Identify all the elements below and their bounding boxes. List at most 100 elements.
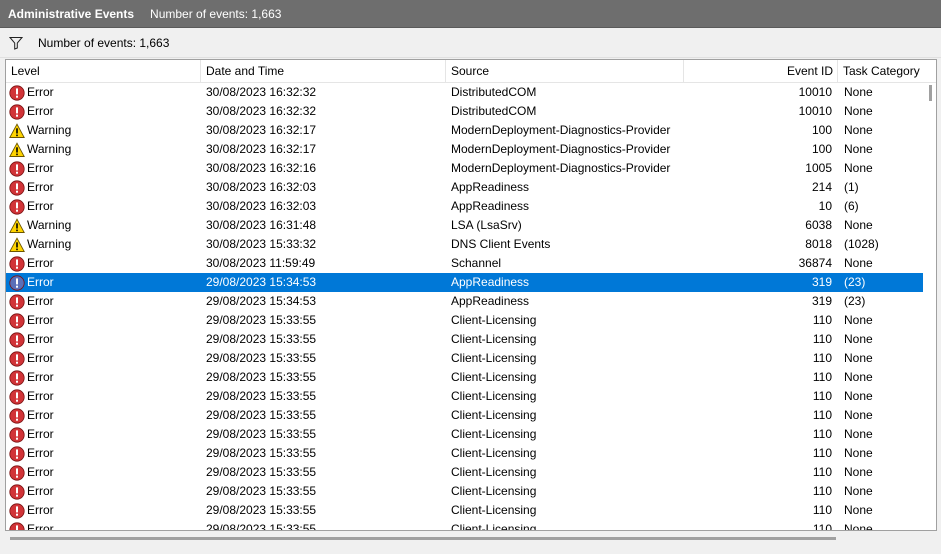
event-id-cell: 100: [811, 123, 832, 137]
view-title: Administrative Events: [8, 6, 135, 21]
event-id-cell: 110: [812, 332, 832, 346]
level-cell: Error: [9, 387, 199, 406]
date-cell: 29/08/2023 15:33:55: [206, 522, 317, 531]
task-category-cell: None: [844, 389, 873, 403]
level-cell: Error: [9, 482, 199, 501]
event-row[interactable]: Error 29/08/2023 15:33:55 Client-Licensing…: [6, 425, 923, 444]
task-category-cell: None: [844, 142, 873, 156]
filter-bar: Number of events: 1,663: [0, 29, 941, 58]
level-cell: Error: [9, 159, 199, 178]
warning-icon: [9, 141, 25, 158]
date-cell: 29/08/2023 15:33:55: [206, 332, 317, 346]
level-text: Error: [27, 408, 54, 422]
source-cell: AppReadiness: [451, 199, 530, 213]
event-id-cell: 10010: [798, 104, 832, 118]
filter-icon[interactable]: [8, 36, 24, 50]
event-id-cell: 319: [811, 294, 832, 308]
error-icon: [9, 198, 25, 215]
column-header-task-category[interactable]: Task Category: [838, 60, 936, 82]
event-row[interactable]: Error 29/08/2023 15:33:55 Client-Licensing…: [6, 406, 923, 425]
error-icon: [9, 160, 25, 177]
event-id-cell: 110: [812, 427, 832, 441]
error-icon: [9, 255, 25, 272]
event-row[interactable]: Error 30/08/2023 16:32:03 AppReadiness 214 (…: [6, 178, 923, 197]
error-icon: [9, 179, 25, 196]
task-category-cell: None: [844, 218, 873, 232]
event-row[interactable]: Error 30/08/2023 16:32:03 AppReadiness 10 (6…: [6, 197, 923, 216]
level-text: Error: [27, 446, 54, 460]
event-row[interactable]: Warning 30/08/2023 16:32:17 ModernDeployme…: [6, 121, 923, 140]
error-icon: [9, 445, 25, 462]
event-row[interactable]: Error 29/08/2023 15:33:55 Client-Licensing…: [6, 520, 923, 531]
error-icon: [9, 464, 25, 481]
task-category-cell: (1028): [844, 237, 879, 251]
event-row[interactable]: Error 30/08/2023 16:32:32 DistributedCOM 10…: [6, 102, 923, 121]
error-icon: [9, 407, 25, 424]
level-cell: Warning: [9, 235, 199, 254]
level-cell: Error: [9, 292, 199, 311]
filter-event-count: Number of events: 1,663: [38, 36, 170, 50]
warning-icon: [9, 217, 25, 234]
event-row[interactable]: Error 29/08/2023 15:33:55 Client-Licensing…: [6, 463, 923, 482]
column-header-row: Level Date and Time Source Event ID Task…: [6, 60, 936, 83]
event-row[interactable]: Error 29/08/2023 15:33:55 Client-Licensing…: [6, 501, 923, 520]
event-row[interactable]: Error 29/08/2023 15:33:55 Client-Licensing…: [6, 349, 923, 368]
task-category-cell: None: [844, 332, 873, 346]
level-cell: Error: [9, 463, 199, 482]
task-category-cell: None: [844, 256, 873, 270]
event-id-cell: 110: [812, 370, 832, 384]
date-cell: 29/08/2023 15:33:55: [206, 484, 317, 498]
event-row[interactable]: Error 30/08/2023 16:32:32 DistributedCOM 10…: [6, 83, 923, 102]
source-cell: Client-Licensing: [451, 389, 537, 403]
column-header-level[interactable]: Level: [6, 60, 201, 82]
error-icon: [9, 84, 25, 101]
event-id-cell: 100: [811, 142, 832, 156]
horizontal-scroll-thumb[interactable]: [10, 537, 836, 540]
source-cell: LSA (LsaSrv): [451, 218, 522, 232]
vertical-scrollbar[interactable]: [923, 83, 936, 530]
events-list: Error 30/08/2023 16:32:32 DistributedCOM 10…: [6, 83, 923, 531]
level-text: Error: [27, 85, 54, 99]
event-row[interactable]: Error 29/08/2023 15:33:55 Client-Licensing…: [6, 311, 923, 330]
error-icon: [9, 388, 25, 405]
event-row[interactable]: Warning 30/08/2023 16:31:48 LSA (LsaSrv) 60…: [6, 216, 923, 235]
warning-icon: [9, 236, 25, 253]
task-category-cell: None: [844, 313, 873, 327]
level-cell: Error: [9, 406, 199, 425]
level-cell: Warning: [9, 121, 199, 140]
task-category-cell: None: [844, 408, 873, 422]
event-row[interactable]: Error 29/08/2023 15:33:55 Client-Licensing…: [6, 368, 923, 387]
event-row[interactable]: Error 29/08/2023 15:33:55 Client-Licensing…: [6, 482, 923, 501]
vertical-scroll-thumb[interactable]: [929, 85, 932, 101]
date-cell: 30/08/2023 16:32:03: [206, 199, 317, 213]
event-row[interactable]: Warning 30/08/2023 16:32:17 ModernDeployme…: [6, 140, 923, 159]
date-cell: 30/08/2023 16:32:17: [206, 142, 317, 156]
date-cell: 29/08/2023 15:33:55: [206, 351, 317, 365]
column-header-event-id[interactable]: Event ID: [684, 60, 838, 82]
event-row[interactable]: Error 29/08/2023 15:33:55 Client-Licensing…: [6, 330, 923, 349]
error-icon: [9, 274, 25, 291]
event-row[interactable]: Error 30/08/2023 11:59:49 Schannel 36874 Non…: [6, 254, 923, 273]
event-id-cell: 110: [812, 408, 832, 422]
event-row[interactable]: Error 29/08/2023 15:33:55 Client-Licensing…: [6, 387, 923, 406]
level-text: Error: [27, 351, 54, 365]
column-header-date[interactable]: Date and Time: [201, 60, 446, 82]
level-text: Error: [27, 484, 54, 498]
date-cell: 29/08/2023 15:33:55: [206, 313, 317, 327]
horizontal-scrollbar[interactable]: [5, 532, 937, 544]
event-row[interactable]: Error 29/08/2023 15:34:53 AppReadiness 319 (…: [6, 273, 923, 292]
event-row[interactable]: Error 29/08/2023 15:33:55 Client-Licensing…: [6, 444, 923, 463]
event-row[interactable]: Error 29/08/2023 15:34:53 AppReadiness 319 (…: [6, 292, 923, 311]
level-cell: Error: [9, 311, 199, 330]
level-cell: Error: [9, 330, 199, 349]
error-icon: [9, 312, 25, 329]
source-cell: ModernDeployment-Diagnostics-Provider: [451, 142, 671, 156]
event-row[interactable]: Warning 30/08/2023 15:33:32 DNS Client Eve…: [6, 235, 923, 254]
event-row[interactable]: Error 30/08/2023 16:32:16 ModernDeployment…: [6, 159, 923, 178]
source-cell: Client-Licensing: [451, 408, 537, 422]
source-cell: Client-Licensing: [451, 465, 537, 479]
error-icon: [9, 502, 25, 519]
level-text: Warning: [27, 237, 72, 251]
date-cell: 30/08/2023 16:32:16: [206, 161, 317, 175]
column-header-source[interactable]: Source: [446, 60, 684, 82]
